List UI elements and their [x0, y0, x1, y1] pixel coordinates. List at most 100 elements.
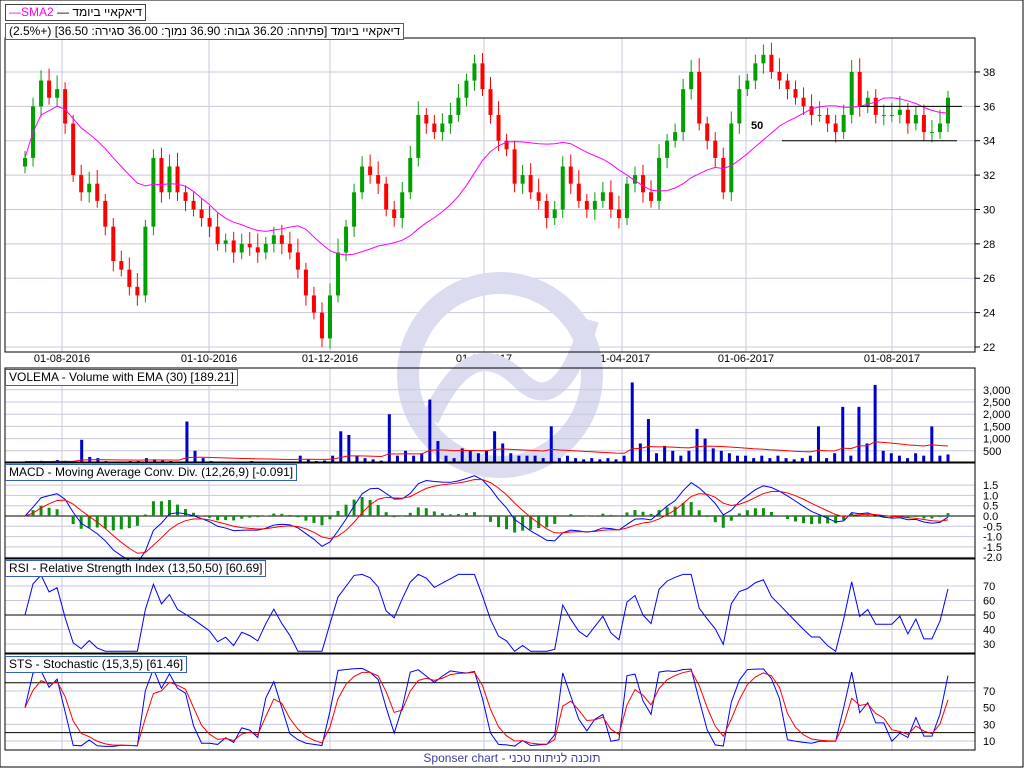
candle-body [833, 123, 838, 133]
candle-body [729, 123, 734, 193]
candle-body [937, 123, 942, 133]
price-tick-label: 34 [983, 136, 995, 148]
volume-bar [816, 426, 820, 463]
candle-body [247, 243, 252, 248]
candle-body [167, 166, 172, 193]
volume-bar [646, 419, 650, 463]
macd-histogram-bar [794, 516, 798, 522]
price-tick-label: 22 [983, 342, 995, 354]
macd-histogram-bar [143, 514, 147, 516]
candle-body [311, 295, 316, 313]
macd-histogram-bar [866, 514, 870, 516]
date-tick-label: 01-12-2016 [302, 353, 358, 365]
macd-histogram-bar [296, 516, 300, 518]
candle-body [713, 140, 718, 158]
macd-histogram-bar [737, 513, 741, 516]
candle-body [801, 97, 806, 107]
candle-body [103, 200, 108, 227]
macd-histogram-bar [649, 513, 653, 516]
candle-body [175, 166, 180, 193]
macd-histogram-bar [119, 516, 123, 530]
macd-histogram-bar [930, 516, 934, 519]
volume-tick-label: 500 [983, 446, 1001, 458]
macd-histogram-bar [159, 501, 163, 516]
macd-histogram-bar [818, 516, 822, 524]
panel-border [4, 37, 976, 353]
candle-body [657, 157, 662, 201]
macd-histogram-bar [464, 513, 468, 516]
candle-body [400, 192, 405, 219]
candle-body [360, 166, 365, 193]
candle-body [271, 235, 276, 244]
volume-bar [347, 434, 351, 463]
macd-histogram-bar [71, 516, 75, 525]
sponsor-footer[interactable]: Sponser chart - תוכנה לניתוח טכני [0, 751, 1024, 765]
candle-body [705, 123, 710, 141]
macd-histogram-bar [601, 513, 605, 516]
rsi-tick-label: 50 [983, 610, 995, 622]
candle-body [392, 209, 397, 219]
macd-histogram-bar [256, 516, 260, 518]
candle-body [745, 80, 750, 90]
candle-body [440, 123, 445, 133]
macd-histogram-bar [111, 516, 115, 531]
candle-body [376, 175, 381, 184]
macd-histogram-bar [240, 516, 244, 519]
candle-body [681, 89, 686, 133]
price-tick-label: 30 [983, 204, 995, 216]
volume-bar [436, 441, 440, 463]
candle-body [255, 247, 260, 253]
macd-histogram-bar [489, 516, 493, 522]
macd-histogram-bar [151, 501, 155, 516]
price-tick-label: 36 [983, 101, 995, 113]
macd-histogram-bar [545, 516, 549, 528]
candle-body [921, 114, 926, 133]
candle-body [159, 157, 164, 193]
candle-body [496, 114, 501, 141]
macd-histogram-bar [376, 505, 380, 516]
macd-histogram-bar [103, 516, 107, 529]
candle-body [649, 192, 654, 201]
candle-body [368, 166, 373, 176]
candle-body [929, 132, 934, 134]
volume-bar [428, 399, 432, 463]
macd-histogram-bar [312, 516, 316, 523]
candle-body [183, 192, 188, 201]
macd-histogram-bar [753, 508, 757, 516]
macd-histogram-bar [593, 515, 597, 516]
macd-histogram-bar [392, 516, 396, 518]
macd-histogram-bar [625, 512, 629, 516]
candle-body [584, 200, 589, 210]
candle-body [785, 80, 790, 90]
candle-body [528, 175, 533, 193]
volume-bar [387, 414, 391, 463]
candle-body [63, 89, 68, 124]
volume-bar [185, 421, 189, 463]
candle-body [215, 226, 220, 244]
candle-body [560, 166, 565, 210]
macd-histogram-bar [745, 510, 749, 516]
candle-body [753, 63, 758, 81]
rsi-panel-title: RSI - Relative Strength Index (13,50,50)… [5, 560, 267, 577]
candle-body [761, 54, 766, 64]
volume-bar [485, 450, 488, 463]
candle-body [408, 157, 413, 193]
candle-body [512, 149, 517, 184]
sts-d-line [24, 670, 949, 747]
volume-bar [857, 406, 861, 463]
volume-bar [703, 438, 707, 463]
candle-body [352, 192, 357, 227]
macd-histogram-bar [938, 516, 942, 518]
candle-body [568, 166, 573, 184]
volume-bar [404, 450, 408, 463]
candle-body [857, 71, 862, 107]
watermark-arrow [421, 317, 599, 424]
candle-body [769, 54, 774, 72]
candle-body [841, 114, 846, 133]
macd-histogram-bar [609, 514, 613, 516]
candle-body [881, 114, 886, 116]
macd-histogram-bar [914, 516, 918, 518]
candle-body [303, 269, 308, 296]
macd-histogram-bar [769, 511, 773, 516]
rsi-tick-label: 30 [983, 639, 995, 651]
